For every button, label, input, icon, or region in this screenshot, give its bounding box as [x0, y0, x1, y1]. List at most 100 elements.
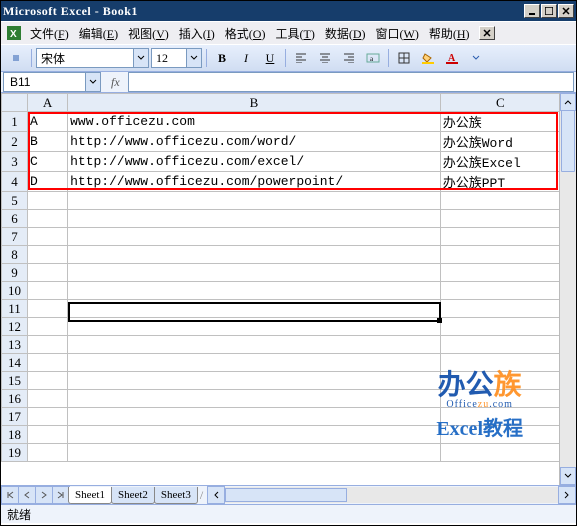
scroll-down-button[interactable] [560, 467, 576, 485]
cell-C7[interactable] [440, 228, 559, 246]
tab-nav-next[interactable] [35, 486, 53, 504]
cell-C2[interactable]: 办公族Word [440, 132, 559, 152]
cell-A5[interactable] [28, 192, 68, 210]
select-all-corner[interactable] [2, 94, 28, 112]
cell-A6[interactable] [28, 210, 68, 228]
align-left-button[interactable] [290, 47, 312, 69]
menu-tools[interactable]: 工具(T) [270, 23, 319, 44]
cell-A15[interactable] [28, 372, 68, 390]
row-header[interactable]: 11 [2, 300, 28, 318]
cell-A10[interactable] [28, 282, 68, 300]
cell-B19[interactable] [68, 444, 441, 462]
cell-C6[interactable] [440, 210, 559, 228]
menu-file[interactable]: 文件(F) [25, 23, 74, 44]
cell-C15[interactable] [440, 372, 559, 390]
underline-button[interactable]: U [259, 47, 281, 69]
row-header[interactable]: 15 [2, 372, 28, 390]
row-header[interactable]: 8 [2, 246, 28, 264]
cell-B2[interactable]: http://www.officezu.com/word/ [68, 132, 441, 152]
cell-B17[interactable] [68, 408, 441, 426]
spreadsheet-grid[interactable]: A B C 1Awww.officezu.com办公族2Bhttp://www.… [1, 93, 559, 462]
cell-B5[interactable] [68, 192, 441, 210]
cell-B6[interactable] [68, 210, 441, 228]
scroll-right-button[interactable] [558, 486, 576, 504]
row-header[interactable]: 13 [2, 336, 28, 354]
vertical-scrollbar[interactable] [559, 93, 576, 485]
cell-C17[interactable] [440, 408, 559, 426]
cell-B12[interactable] [68, 318, 441, 336]
sheet-tab-2[interactable]: Sheet2 [111, 487, 155, 504]
chevron-down-icon[interactable] [85, 73, 100, 91]
row-header[interactable]: 1 [2, 112, 28, 132]
tab-nav-prev[interactable] [18, 486, 36, 504]
borders-button[interactable] [393, 47, 415, 69]
formula-input[interactable] [128, 72, 574, 92]
row-header[interactable]: 7 [2, 228, 28, 246]
cell-A13[interactable] [28, 336, 68, 354]
bold-button[interactable]: B [211, 47, 233, 69]
cell-C12[interactable] [440, 318, 559, 336]
row-header[interactable]: 16 [2, 390, 28, 408]
cell-C10[interactable] [440, 282, 559, 300]
cell-B1[interactable]: www.officezu.com [68, 112, 441, 132]
doc-close-button[interactable] [479, 26, 495, 40]
cell-C16[interactable] [440, 390, 559, 408]
menu-help[interactable]: 帮助(H) [424, 23, 475, 44]
row-header[interactable]: 6 [2, 210, 28, 228]
name-box[interactable]: B11 [3, 72, 101, 92]
cell-C19[interactable] [440, 444, 559, 462]
cell-A7[interactable] [28, 228, 68, 246]
cell-B13[interactable] [68, 336, 441, 354]
row-header[interactable]: 12 [2, 318, 28, 336]
col-header-C[interactable]: C [440, 94, 559, 112]
font-size-combo[interactable]: 12 [151, 48, 202, 68]
cell-B15[interactable] [68, 372, 441, 390]
cell-B4[interactable]: http://www.officezu.com/powerpoint/ [68, 172, 441, 192]
cell-A16[interactable] [28, 390, 68, 408]
scroll-up-button[interactable] [560, 93, 576, 111]
scroll-left-button[interactable] [207, 486, 225, 504]
cell-C18[interactable] [440, 426, 559, 444]
cell-C1[interactable]: 办公族 [440, 112, 559, 132]
col-header-B[interactable]: B [68, 94, 441, 112]
cell-B3[interactable]: http://www.officezu.com/excel/ [68, 152, 441, 172]
cell-A17[interactable] [28, 408, 68, 426]
cell-C14[interactable] [440, 354, 559, 372]
merge-center-button[interactable]: a [362, 47, 384, 69]
cell-B14[interactable] [68, 354, 441, 372]
minimize-button[interactable] [524, 4, 540, 18]
row-header[interactable]: 2 [2, 132, 28, 152]
font-name-combo[interactable]: 宋体 [36, 48, 149, 68]
fx-icon[interactable]: fx [103, 75, 128, 90]
sheet-tab-3[interactable]: Sheet3 [154, 487, 198, 504]
cell-A8[interactable] [28, 246, 68, 264]
cell-A4[interactable]: D [28, 172, 68, 192]
row-header[interactable]: 9 [2, 264, 28, 282]
cell-B8[interactable] [68, 246, 441, 264]
cell-B9[interactable] [68, 264, 441, 282]
cell-C9[interactable] [440, 264, 559, 282]
menu-edit[interactable]: 编辑(E) [74, 23, 123, 44]
cell-A1[interactable]: A [28, 112, 68, 132]
cell-A19[interactable] [28, 444, 68, 462]
align-center-button[interactable] [314, 47, 336, 69]
menu-window[interactable]: 窗口(W) [371, 23, 424, 44]
cell-A12[interactable] [28, 318, 68, 336]
row-header[interactable]: 4 [2, 172, 28, 192]
maximize-button[interactable] [541, 4, 557, 18]
tab-nav-first[interactable] [1, 486, 19, 504]
chevron-down-icon[interactable] [133, 49, 148, 67]
cell-C5[interactable] [440, 192, 559, 210]
menu-insert[interactable]: 插入(I) [174, 23, 220, 44]
italic-button[interactable]: I [235, 47, 257, 69]
cell-A3[interactable]: C [28, 152, 68, 172]
row-header[interactable]: 19 [2, 444, 28, 462]
horizontal-scrollbar[interactable] [207, 487, 576, 503]
cell-C3[interactable]: 办公族Excel [440, 152, 559, 172]
cell-B10[interactable] [68, 282, 441, 300]
row-header[interactable]: 14 [2, 354, 28, 372]
row-header[interactable]: 5 [2, 192, 28, 210]
cell-B11[interactable] [68, 300, 441, 318]
scroll-thumb[interactable] [561, 110, 575, 172]
hscroll-thumb[interactable] [225, 488, 347, 502]
